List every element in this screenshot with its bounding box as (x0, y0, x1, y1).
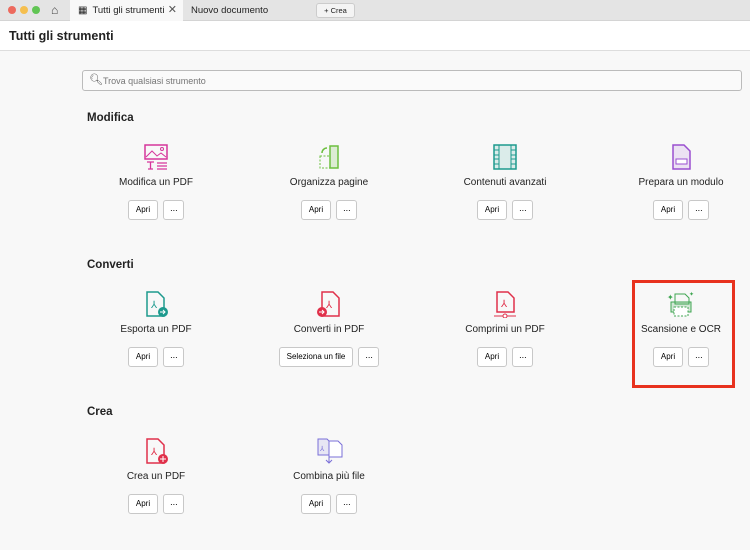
tool-card: ⅄ Comprimi un PDF Apri ··· (420, 290, 590, 390)
tab-bar: ⌂ ▦ Tutti gli strumenti ✕ Nuovo documento… (0, 0, 750, 21)
edit-pdf-icon (144, 144, 168, 170)
tab-label: Tutti gli strumenti (92, 5, 165, 16)
maximize-window-button[interactable] (32, 6, 40, 14)
organize-pages-icon (319, 145, 339, 169)
tool-label: Modifica un PDF (119, 177, 193, 188)
tool-label: Contenuti avanzati (463, 177, 547, 188)
more-options-button[interactable]: ··· (163, 347, 185, 367)
tool-label: Prepara un modulo (638, 177, 724, 188)
close-tab-icon[interactable]: ✕ (168, 0, 177, 21)
tool-card: ⅄ Crea un PDF Apri ··· (71, 437, 241, 537)
tab-new-document[interactable]: Nuovo documento (183, 0, 268, 21)
tool-card: Modifica un PDF Apri ··· (71, 143, 241, 243)
tool-label: Esporta un PDF (120, 324, 192, 335)
prepare-form-icon (672, 144, 691, 170)
tool-card: ⅄ Esporta un PDF Apri ··· (71, 290, 241, 390)
open-button[interactable]: Apri (476, 200, 508, 220)
open-button[interactable]: Apri (476, 347, 508, 367)
combine-files-icon: ⅄ (317, 438, 343, 464)
section-heading: Converti (87, 259, 134, 271)
section-heading: Crea (87, 406, 113, 418)
more-options-button[interactable]: ··· (358, 347, 380, 367)
tool-card: Organizza pagine Apri ··· (244, 143, 414, 243)
svg-text:⅄: ⅄ (500, 299, 508, 310)
svg-text:⅄: ⅄ (319, 445, 325, 453)
rich-media-icon (493, 144, 517, 170)
tool-card: Prepara un modulo Apri ··· (596, 143, 750, 243)
more-options-button[interactable]: ··· (163, 494, 185, 514)
home-icon[interactable]: ⌂ (51, 3, 58, 17)
more-options-button[interactable]: ··· (336, 200, 358, 220)
tab-label: Nuovo documento (191, 5, 269, 16)
page-title: Tutti gli strumenti (9, 29, 114, 43)
open-button[interactable]: Apri (652, 200, 684, 220)
tool-label: Crea un PDF (126, 471, 186, 482)
search-input[interactable] (103, 74, 703, 88)
tool-card: ⅄ Converti in PDF Seleziona un file ··· (244, 290, 414, 390)
tab-all-tools[interactable]: ▦ Tutti gli strumenti ✕ (70, 0, 183, 21)
more-options-button[interactable]: ··· (512, 347, 534, 367)
tool-card: Contenuti avanzati Apri ··· (420, 143, 590, 243)
open-button[interactable]: Apri (300, 200, 332, 220)
close-window-button[interactable] (8, 6, 16, 14)
more-options-button[interactable]: ··· (688, 200, 710, 220)
create-pdf-icon: ⅄ (146, 438, 168, 464)
page-header: Tutti gli strumenti (0, 21, 750, 51)
tool-card: ⅄ Combina più file Apri ··· (244, 437, 414, 537)
more-options-button[interactable]: ··· (512, 200, 534, 220)
svg-text:⅄: ⅄ (150, 447, 158, 458)
export-pdf-icon: ⅄ (146, 291, 168, 317)
search-box[interactable]: 🔍︎ (82, 70, 742, 91)
open-button[interactable]: Seleziona un file (278, 347, 354, 367)
open-button[interactable]: Apri (127, 347, 159, 367)
open-button[interactable]: Apri (127, 200, 159, 220)
compress-pdf-icon: ⅄ (494, 291, 516, 318)
create-tab-button[interactable]: + Crea (316, 3, 355, 18)
open-button[interactable]: Apri (127, 494, 159, 514)
more-options-button[interactable]: ··· (163, 200, 185, 220)
search-icon: 🔍︎ (89, 74, 103, 86)
svg-text:⅄: ⅄ (150, 300, 158, 311)
open-button[interactable]: Apri (300, 494, 332, 514)
highlight-box (632, 280, 735, 388)
tool-label: Converti in PDF (293, 324, 365, 335)
tool-label: Organizza pagine (289, 177, 369, 188)
tool-label: Comprimi un PDF (465, 324, 545, 335)
grid-icon: ▦ (78, 5, 88, 16)
tool-label: Combina più file (293, 471, 365, 482)
more-options-button[interactable]: ··· (336, 494, 358, 514)
minimize-window-button[interactable] (20, 6, 28, 14)
convert-pdf-icon: ⅄ (317, 291, 340, 317)
create-label: Crea (330, 6, 347, 15)
section-heading: Modifica (87, 112, 134, 124)
